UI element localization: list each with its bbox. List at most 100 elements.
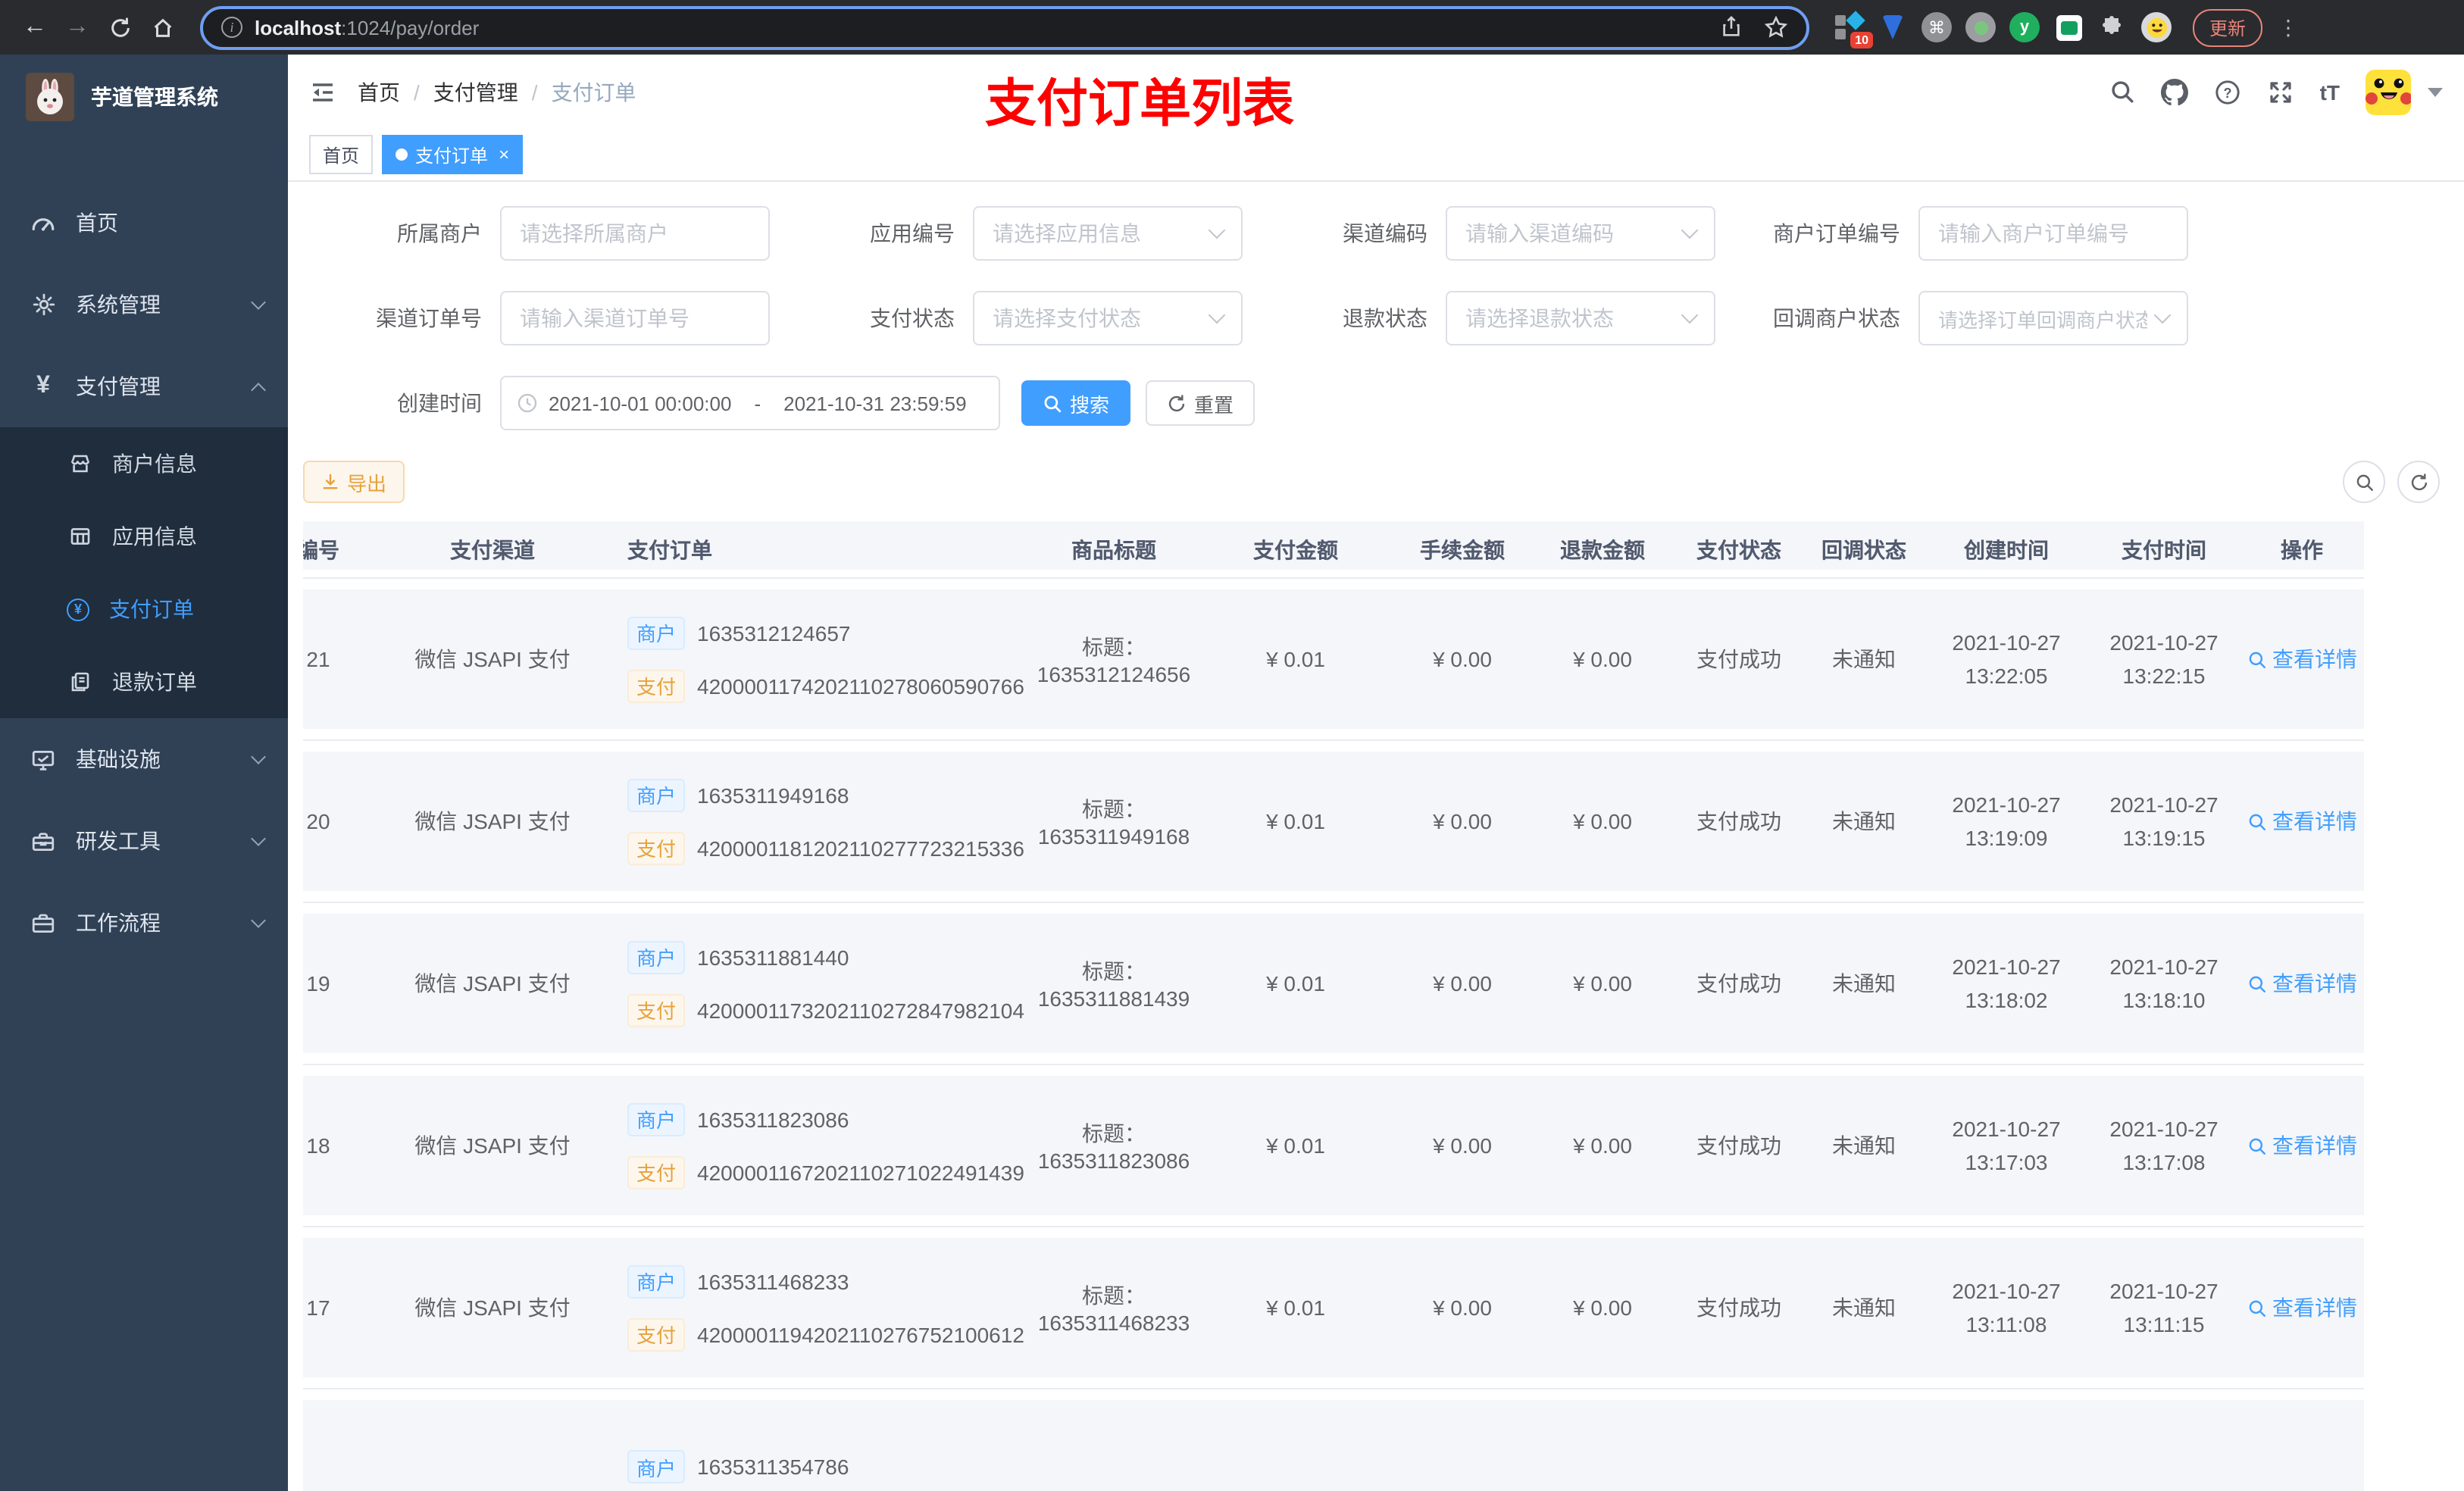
- extension-chat-icon[interactable]: [2053, 12, 2084, 42]
- callback-status-select[interactable]: 请选择订单回调商户状态: [1918, 291, 2188, 345]
- chevron-down-icon: [251, 295, 266, 310]
- pay-tag: 支付: [627, 1155, 686, 1189]
- filter-row-2: 渠道订单号 请输入渠道订单号 支付状态 请选择支付状态 退款状态 请选择退款状态…: [303, 291, 2449, 345]
- merchant-tag: 商户: [627, 1450, 686, 1483]
- avatar-caret-icon[interactable]: [2428, 87, 2443, 96]
- refund-status-select[interactable]: 请选择退款状态: [1446, 291, 1715, 345]
- merchant-tag: 商户: [627, 1264, 686, 1298]
- browser-menu-icon[interactable]: ⋮: [2278, 14, 2299, 40]
- app-select[interactable]: 请选择应用信息: [973, 206, 1243, 261]
- back-icon[interactable]: ←: [15, 8, 55, 47]
- extension-command-icon[interactable]: ⌘: [1921, 12, 1952, 42]
- extension-puzzle-icon[interactable]: [2097, 12, 2128, 42]
- url-bar[interactable]: i localhost:1024/pay/order: [200, 5, 1809, 49]
- sidebar-toggle-icon[interactable]: [309, 78, 336, 105]
- pay-status-select[interactable]: 请选择支付状态: [973, 291, 1243, 345]
- fullscreen-icon[interactable]: [2267, 78, 2294, 105]
- date-end: 2021-10-31 23:59:59: [783, 392, 967, 414]
- update-button[interactable]: 更新: [2193, 8, 2263, 46]
- sidebar-logo[interactable]: 芋道管理系统: [0, 55, 288, 139]
- extension-dot-icon[interactable]: [1965, 12, 1996, 42]
- chevron-up-icon: [251, 382, 266, 397]
- table-row: 19 微信 JSAPI 支付 商户 1635311881440 支付 4200001…: [303, 903, 2364, 1065]
- close-icon[interactable]: ×: [499, 144, 509, 165]
- breadcrumb-current: 支付订单: [551, 80, 636, 104]
- screen: ← → i localhost:1024/pay/order 10 ⌘ y 更新…: [0, 0, 2464, 1491]
- view-detail-link[interactable]: 查看详情: [2247, 968, 2357, 999]
- extension-emoji-icon[interactable]: [2141, 12, 2172, 42]
- sidebar-item-infra[interactable]: 基础设施: [0, 718, 288, 800]
- filter-row-3: 创建时间 2021-10-01 00:00:00 - 2021-10-31 23…: [303, 376, 2449, 430]
- site-info-icon[interactable]: i: [221, 17, 242, 38]
- table-row-partial: 商户 1635311354786: [303, 1389, 2364, 1491]
- channel-code-select[interactable]: 请输入渠道编码: [1446, 206, 1715, 261]
- table-row: 21 微信 JSAPI 支付 商户 1635312124657 支付 4200001…: [303, 579, 2364, 741]
- clock-icon: [517, 392, 538, 414]
- reset-button[interactable]: 重置: [1146, 380, 1255, 426]
- chevron-down-icon: [251, 831, 266, 846]
- page-content: 所属商户 请选择所属商户 应用编号 请选择应用信息 渠道编码 请输入渠道编码 商…: [288, 182, 2464, 1491]
- document-copy-icon: [67, 670, 92, 694]
- sidebar-item-pay[interactable]: ¥ 支付管理: [0, 345, 288, 427]
- user-avatar[interactable]: [2366, 69, 2411, 114]
- tag-pay-order[interactable]: 支付订单 ×: [382, 135, 524, 174]
- sidebar-item-system[interactable]: 系统管理: [0, 264, 288, 345]
- sidebar-item-workflow[interactable]: 工作流程: [0, 882, 288, 964]
- export-button[interactable]: 导出: [303, 461, 405, 503]
- merchant-select[interactable]: 请选择所属商户: [500, 206, 770, 261]
- chevron-down-icon: [1208, 221, 1226, 239]
- chevron-down-icon: [251, 749, 266, 764]
- status-cell: 支付成功: [1696, 647, 1781, 671]
- extension-y-icon[interactable]: y: [2009, 12, 2040, 42]
- breadcrumb-pay[interactable]: 支付管理: [433, 77, 518, 107]
- table-row: 18 微信 JSAPI 支付 商户 1635311823086 支付 4200001…: [303, 1065, 2364, 1227]
- top-navbar: 首页 / 支付管理 / 支付订单 支付订单列表 ? tT: [288, 55, 2464, 133]
- chevron-down-icon: [251, 913, 266, 928]
- reload-icon[interactable]: [100, 8, 139, 47]
- toggle-search-icon[interactable]: [2343, 461, 2385, 503]
- table-row: 20 微信 JSAPI 支付 商户 1635311949168 支付 4200001…: [303, 741, 2364, 903]
- view-detail-link[interactable]: 查看详情: [2247, 1293, 2357, 1323]
- app-title: 芋道管理系统: [91, 85, 218, 109]
- sidebar-item-home[interactable]: 首页: [0, 182, 288, 264]
- sidebar-item-merchant-info[interactable]: 商户信息: [0, 427, 288, 500]
- merchant-order-no-input[interactable]: 请输入商户订单编号: [1918, 206, 2188, 261]
- table-toolbar: 导出: [303, 461, 2449, 503]
- sidebar-item-devtools[interactable]: 研发工具: [0, 800, 288, 882]
- table-row: 17 微信 JSAPI 支付 商户 1635311468233 支付 4200001…: [303, 1227, 2364, 1389]
- merchant-tag: 商户: [627, 940, 686, 974]
- github-icon[interactable]: [2160, 78, 2188, 105]
- bookmark-star-icon[interactable]: [1764, 15, 1788, 39]
- breadcrumb: 首页 / 支付管理 / 支付订单: [358, 77, 636, 107]
- pay-tag: 支付: [627, 1318, 686, 1351]
- header-search-icon[interactable]: [2109, 79, 2135, 105]
- view-detail-link[interactable]: 查看详情: [2247, 806, 2357, 836]
- forward-icon[interactable]: →: [58, 8, 97, 47]
- extension-badge-icon[interactable]: 10: [1834, 11, 1873, 48]
- storefront-icon: [67, 452, 92, 476]
- table-header-row: 编号 支付渠道 支付订单 商品标题 支付金额 手续金额 退款金额 支付状态 回调…: [303, 521, 2364, 579]
- font-size-icon[interactable]: tT: [2320, 80, 2340, 104]
- share-icon[interactable]: [1720, 15, 1743, 39]
- tags-view: 首页 支付订单 ×: [288, 129, 2464, 182]
- channel-order-no-input[interactable]: 请输入渠道订单号: [500, 291, 770, 345]
- tag-home[interactable]: 首页: [309, 135, 374, 174]
- view-detail-link[interactable]: 查看详情: [2247, 644, 2357, 674]
- home-icon[interactable]: [142, 8, 182, 47]
- sidebar-menu: 首页 系统管理 ¥ 支付管理 商户信息 应用信息 ¥ 支付订单 退款订单 基础设…: [0, 182, 288, 964]
- sidebar-item-refund-order[interactable]: 退款订单: [0, 645, 288, 718]
- help-icon[interactable]: ?: [2214, 78, 2241, 105]
- search-button[interactable]: 搜索: [1021, 380, 1131, 426]
- toolbox-icon: [30, 828, 56, 854]
- gear-icon: [30, 292, 56, 317]
- extension-kite-icon[interactable]: [1878, 12, 1908, 42]
- breadcrumb-home[interactable]: 首页: [358, 77, 400, 107]
- view-detail-link[interactable]: 查看详情: [2247, 1130, 2357, 1161]
- sidebar-item-app-info[interactable]: 应用信息: [0, 500, 288, 573]
- create-time-range-picker[interactable]: 2021-10-01 00:00:00 - 2021-10-31 23:59:5…: [500, 376, 1000, 430]
- sidebar-item-pay-order[interactable]: ¥ 支付订单: [0, 573, 288, 645]
- merchant-tag: 商户: [627, 1102, 686, 1136]
- logo-rabbit-image: [26, 73, 74, 121]
- merchant-tag: 商户: [627, 778, 686, 811]
- refresh-icon[interactable]: [2397, 461, 2440, 503]
